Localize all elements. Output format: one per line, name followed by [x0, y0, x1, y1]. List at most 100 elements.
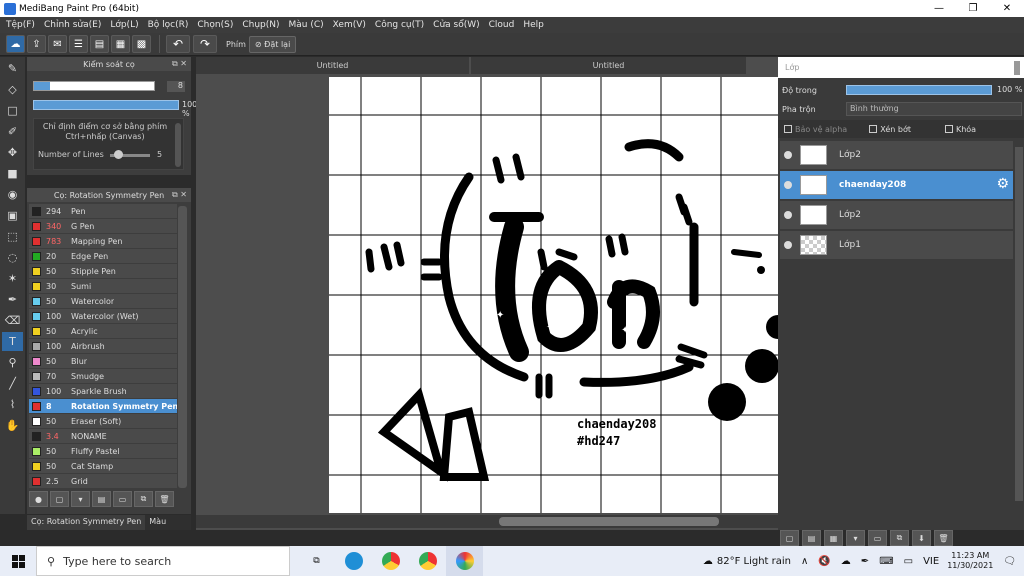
keyboard-icon[interactable]: ⌨: [879, 556, 893, 567]
lasso-tool-icon[interactable]: ◌: [2, 248, 23, 267]
magic-wand-tool-icon[interactable]: ✶: [2, 269, 23, 288]
reset-button[interactable]: ⊘ Đặt lại: [248, 35, 297, 53]
brush-item[interactable]: 50 Eraser (Soft): [29, 414, 177, 429]
brush-settings-scrollbar[interactable]: [175, 123, 181, 167]
select-pen-tool-icon[interactable]: ✒: [2, 290, 23, 309]
new-brush-icon[interactable]: ▢: [50, 491, 69, 507]
document-tab-2[interactable]: Untitled: [471, 57, 746, 74]
brush-settings-icon[interactable]: ▤: [92, 491, 111, 507]
eyedropper-tool-icon[interactable]: ⌇: [2, 395, 23, 414]
medibang-icon[interactable]: [446, 546, 483, 576]
brush-size-value[interactable]: 8: [167, 81, 185, 92]
dot-tool-icon[interactable]: □: [2, 101, 23, 120]
brush-item[interactable]: 20 Edge Pen: [29, 249, 177, 264]
brush-item[interactable]: 50 Stipple Pen: [29, 264, 177, 279]
blend-mode-select[interactable]: Bình thường: [846, 102, 1022, 116]
pen-tool-icon[interactable]: ✐: [2, 122, 23, 141]
chrome-icon[interactable]: [372, 546, 409, 576]
edge-icon[interactable]: [335, 546, 372, 576]
gradient-tool-icon[interactable]: ▣: [2, 206, 23, 225]
brush-list-scrollbar[interactable]: [178, 206, 187, 488]
document-tab-1[interactable]: Untitled: [196, 57, 469, 74]
menu-tools[interactable]: Công cụ(T): [372, 20, 430, 30]
weather-icon[interactable]: ☁: [703, 556, 713, 567]
brush-item[interactable]: 3.4 NONAME: [29, 429, 177, 444]
layer-item[interactable]: Lớp2: [780, 141, 1013, 170]
select-eraser-tool-icon[interactable]: ⌫: [2, 311, 23, 330]
panel-controls-icon[interactable]: ⧉ ✕: [172, 59, 187, 69]
folder-icon[interactable]: ▭: [113, 491, 132, 507]
menu-snap[interactable]: Chụp(N): [239, 20, 285, 30]
brush-item[interactable]: 2.5 Grid: [29, 474, 177, 489]
trash-icon[interactable]: 🗑: [155, 491, 174, 507]
brush-item[interactable]: 50 Watercolor: [29, 294, 177, 309]
clipping-checkbox[interactable]: Xén bớt: [869, 125, 911, 134]
layer-item[interactable]: Lớp2: [780, 201, 1013, 230]
undo-icon[interactable]: ↶: [166, 35, 190, 53]
brush-item[interactable]: 100 Watercolor (Wet): [29, 309, 177, 324]
tray-chevron-icon[interactable]: ∧: [801, 556, 808, 567]
brush-item[interactable]: 50 Fluffy Pastel: [29, 444, 177, 459]
tab-color[interactable]: Màu: [145, 515, 170, 530]
brush-item[interactable]: 50 Blur: [29, 354, 177, 369]
add-layer-menu-icon[interactable]: ▾: [846, 530, 865, 546]
comment-list-icon[interactable]: ☰: [69, 35, 88, 53]
redo-icon[interactable]: ↷: [193, 35, 217, 53]
menu-color[interactable]: Màu (C): [286, 20, 330, 30]
duplicate-layer-icon[interactable]: ⧉: [890, 530, 909, 546]
onedrive-icon[interactable]: ☁: [841, 556, 851, 567]
gear-icon[interactable]: ⚙: [996, 176, 1009, 192]
hand-tool-icon[interactable]: ✋: [2, 416, 23, 435]
speaker-icon[interactable]: 🔇: [818, 556, 830, 567]
canvas-horizontal-scrollbar[interactable]: [196, 515, 778, 528]
grid-icon[interactable]: ▩: [132, 35, 151, 53]
move-tool-icon[interactable]: ✥: [2, 143, 23, 162]
brush-item[interactable]: 100 Sparkle Brush: [29, 384, 177, 399]
share-icon[interactable]: ⇪: [27, 35, 46, 53]
menu-help[interactable]: Help: [520, 20, 550, 30]
menu-file[interactable]: Tệp(F): [3, 20, 41, 30]
menu-filter[interactable]: Bộ lọc(R): [145, 20, 195, 30]
merge-layer-icon[interactable]: ⬇: [912, 530, 931, 546]
visibility-icon[interactable]: [784, 241, 792, 249]
start-icon[interactable]: [0, 546, 36, 576]
select-tool-icon[interactable]: ⬚: [2, 227, 23, 246]
brush-item[interactable]: 50 Cat Stamp: [29, 459, 177, 474]
language-indicator[interactable]: VIE: [923, 556, 939, 567]
tab-brush[interactable]: Cọ: Rotation Symmetry Pen: [27, 515, 146, 530]
layer-list-scrollbar[interactable]: [1015, 147, 1023, 501]
taskbar-search[interactable]: ⚲ Type here to search: [36, 546, 290, 576]
menu-window[interactable]: Cửa sổ(W): [430, 20, 485, 30]
new-halftone-layer-icon[interactable]: ▦: [824, 530, 843, 546]
close-button[interactable]: ✕: [990, 0, 1024, 17]
bucket-tool-icon[interactable]: ◉: [2, 185, 23, 204]
brush-item[interactable]: 8 Rotation Symmetry Pen: [29, 399, 177, 414]
menu-view[interactable]: Xem(V): [330, 20, 372, 30]
brush-item[interactable]: 100 Airbrush: [29, 339, 177, 354]
clock[interactable]: 11:23 AM 11/30/2021: [947, 551, 993, 571]
menu-edit[interactable]: Chỉnh sửa(E): [41, 20, 107, 30]
panel-scroll-handle[interactable]: [1014, 61, 1020, 75]
panel-controls-icon[interactable]: ⧉ ✕: [172, 190, 187, 200]
brush-size-slider[interactable]: [33, 81, 155, 91]
lines-slider-handle[interactable]: [114, 150, 123, 159]
folder-icon[interactable]: ▭: [868, 530, 887, 546]
brush-menu-icon[interactable]: ▾: [71, 491, 90, 507]
notification-icon[interactable]: 🗨: [1003, 556, 1016, 567]
brush-item[interactable]: 783 Mapping Pen: [29, 234, 177, 249]
layer-item[interactable]: Lớp1: [780, 231, 1013, 260]
trash-icon[interactable]: 🗑: [934, 530, 953, 546]
visibility-icon[interactable]: [784, 151, 792, 159]
add-brush-icon[interactable]: ●: [29, 491, 48, 507]
brush-item[interactable]: 294 Pen: [29, 204, 177, 219]
minimize-button[interactable]: —: [922, 0, 956, 17]
visibility-icon[interactable]: [784, 181, 792, 189]
weather-text[interactable]: 82°F Light rain: [717, 556, 791, 567]
brush-item[interactable]: 340 G Pen: [29, 219, 177, 234]
brush-item[interactable]: 70 Smudge: [29, 369, 177, 384]
canvas[interactable]: ✦ ✦ ✦ chaenday208 #hd247: [329, 77, 778, 513]
copy-layer-icon[interactable]: ▤: [802, 530, 821, 546]
menu-select[interactable]: Chọn(S): [194, 20, 239, 30]
maximize-button[interactable]: ❐: [956, 0, 990, 17]
layer-item[interactable]: chaenday208 ⚙: [780, 171, 1013, 200]
